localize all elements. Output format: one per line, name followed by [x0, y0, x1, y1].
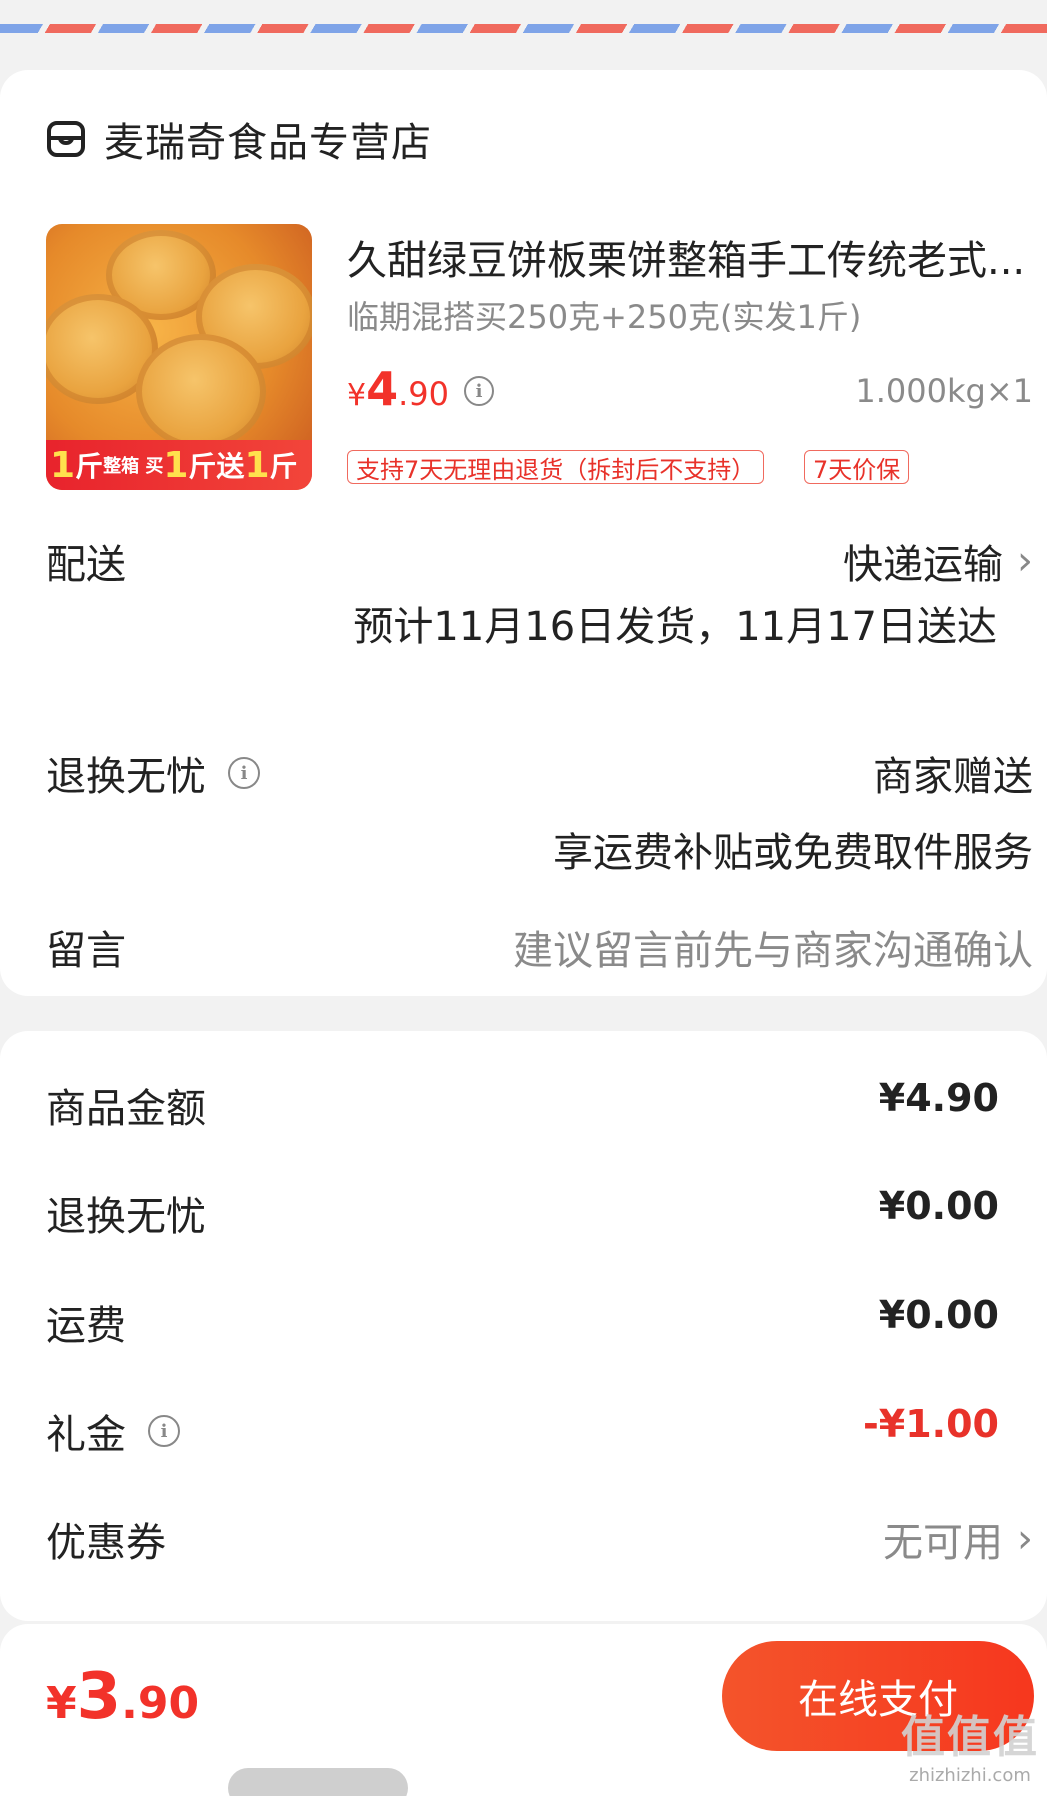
store-icon — [47, 121, 85, 157]
chevron-right-icon: › — [1017, 538, 1033, 584]
returns-value: 商家赠送 — [873, 754, 1033, 800]
product-image[interactable]: 1 斤整箱 买 1 斤送 1 斤 — [46, 224, 312, 490]
summary-shipping-label: 运费 — [46, 1303, 126, 1349]
product-quantity: 1.000kg×1 — [855, 372, 1033, 410]
returns-description: 享运费补贴或免费取件服务 — [553, 830, 1033, 876]
delivery-label: 配送 — [46, 542, 126, 588]
product-price: ¥4.90 — [347, 362, 449, 416]
summary-shipping-amount: ¥0.00 — [878, 1293, 999, 1337]
info-icon[interactable]: i — [464, 376, 494, 406]
message-input[interactable]: 建议留言前先与商家沟通确认 — [513, 918, 1033, 976]
product-title[interactable]: 久甜绿豆饼板栗饼整箱手工传统老式... — [347, 228, 1027, 286]
checkout-page: 麦瑞奇食品专营店 1 斤整箱 买 1 斤送 1 斤 久甜绿豆饼板栗饼整箱手工传统老式...… — [0, 0, 1047, 1796]
chevron-right-icon: › — [1017, 1516, 1033, 1562]
returns-label: 退换无忧 i — [46, 744, 260, 802]
info-icon[interactable]: i — [228, 757, 260, 789]
delivery-estimate: 预计11月16日发货，11月17日送达 — [353, 604, 997, 650]
shop-name: 麦瑞奇食品专营店 — [104, 120, 432, 166]
delivery-method[interactable]: 快递运输 › — [843, 532, 1033, 590]
info-icon[interactable]: i — [148, 1415, 180, 1447]
summary-gift-label: 礼金 i — [46, 1402, 180, 1460]
summary-returns-amount: ¥0.00 — [878, 1184, 999, 1228]
home-indicator[interactable] — [228, 1768, 408, 1796]
message-label: 留言 — [46, 928, 126, 974]
summary-returns-label: 退换无忧 — [46, 1194, 206, 1240]
watermark: 值值值 zhizhizhi.com — [901, 1712, 1039, 1786]
coupon-selector[interactable]: 无可用 › — [883, 1510, 1033, 1568]
summary-goods-label: 商品金额 — [46, 1086, 206, 1132]
return-policy-tag: 支持7天无理由退货（拆封后不支持） — [347, 450, 765, 484]
summary-gift-amount: -¥1.00 — [863, 1402, 999, 1446]
price-protection-tag: 7天价保 — [804, 450, 910, 484]
product-spec: 临期混搭买250克+250克(实发1斤) — [347, 298, 862, 336]
airmail-stripe — [0, 24, 1047, 33]
summary-coupon-label: 优惠券 — [46, 1520, 166, 1566]
product-image-banner: 1 斤整箱 买 1 斤送 1 斤 — [46, 440, 312, 490]
summary-goods-amount: ¥4.90 — [878, 1076, 999, 1120]
total-price: ¥3.90 — [46, 1660, 200, 1734]
cake-illustration — [136, 334, 266, 449]
shop-header[interactable]: 麦瑞奇食品专营店 — [46, 110, 432, 168]
